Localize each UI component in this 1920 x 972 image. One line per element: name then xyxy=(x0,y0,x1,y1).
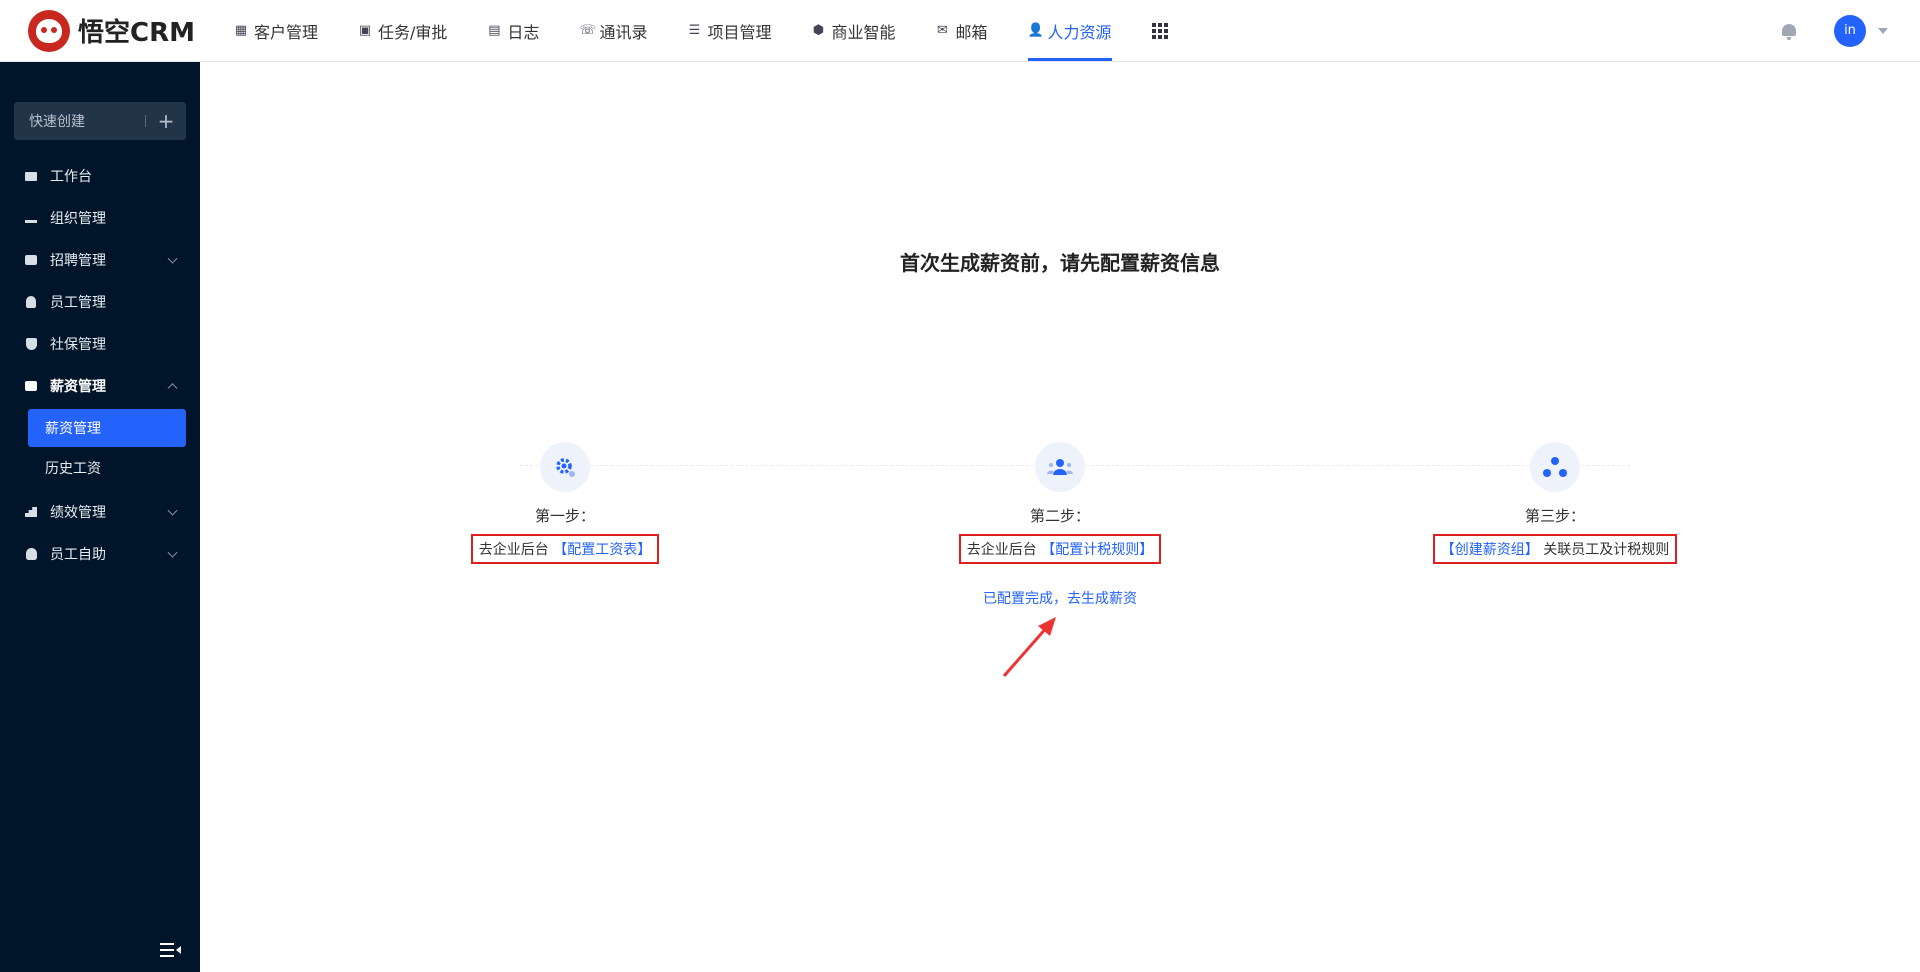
nav-item-tasks[interactable]: ▣ 任务/审批 xyxy=(338,0,467,61)
group-nodes-icon xyxy=(1543,457,1567,477)
app-logo[interactable]: 悟空CRM xyxy=(0,0,210,61)
chevron-down-icon xyxy=(167,253,178,264)
building-icon: ▦ xyxy=(234,22,248,38)
nav-item-log[interactable]: ▤ 日志 xyxy=(467,0,559,61)
sidebar-item-label: 员工管理 xyxy=(50,295,106,311)
nav-label: 日志 xyxy=(507,22,540,42)
mail-icon: ✉ xyxy=(937,22,948,38)
shield-icon xyxy=(24,337,38,351)
sidebar-item-label: 组织管理 xyxy=(50,211,106,227)
chevron-up-icon xyxy=(167,383,178,394)
sidebar-menu: 工作台 组织管理 招聘管理 员工管理 社保管理 薪资管理 薪资管理 历史工资 绩… xyxy=(0,155,200,575)
cube-icon: ⬢ xyxy=(812,22,825,38)
briefcase-icon: ▣ xyxy=(358,22,372,38)
step-1: 第一步： 去企业后台 【配置工资表】 xyxy=(435,442,695,564)
list-icon: ☰ xyxy=(688,22,701,38)
apps-grid-button[interactable] xyxy=(1132,0,1188,61)
briefcase-icon xyxy=(24,253,38,267)
bell-icon[interactable] xyxy=(1780,22,1798,40)
generate-salary-link[interactable]: 已配置完成，去生成薪资 xyxy=(200,588,1920,608)
step-instruction-box: 去企业后台 【配置工资表】 xyxy=(470,534,660,564)
sidebar-item-organization[interactable]: 组织管理 xyxy=(0,197,200,239)
nav-label: 人力资源 xyxy=(1047,22,1112,42)
sidebar-subitem-salary-history[interactable]: 历史工资 xyxy=(28,449,186,487)
monkey-logo-icon xyxy=(28,9,70,52)
chevron-down-icon xyxy=(167,505,178,516)
gear-icon xyxy=(556,458,575,477)
user-group-icon xyxy=(1047,459,1073,475)
sidebar-item-label: 社保管理 xyxy=(50,337,106,353)
sidebar-item-label: 薪资管理 xyxy=(50,379,106,395)
config-tax-rules-link[interactable]: 【配置计税规则】 xyxy=(1041,542,1153,558)
sidebar-item-self-service[interactable]: 员工自助 xyxy=(0,533,200,575)
nav-label: 商业智能 xyxy=(831,22,896,42)
step-text: 关联员工及计税规则 xyxy=(1538,542,1670,558)
org-chart-icon xyxy=(24,211,38,225)
sidebar-subitem-salary[interactable]: 薪资管理 xyxy=(28,409,186,447)
user-badge-icon xyxy=(24,547,38,561)
sidebar-item-salary[interactable]: 薪资管理 xyxy=(0,365,200,407)
step-circle xyxy=(1530,442,1580,492)
step-title: 第一步： xyxy=(534,507,595,525)
nav-label: 通讯录 xyxy=(599,22,648,42)
quick-create-label: 快速创建 xyxy=(29,114,85,130)
nav-label: 客户管理 xyxy=(254,22,319,42)
sidebar-item-social-security[interactable]: 社保管理 xyxy=(0,323,200,365)
create-salary-group-link[interactable]: 【创建薪资组】 xyxy=(1441,542,1539,558)
nav-item-hr[interactable]: 👤 人力资源 xyxy=(1008,0,1132,61)
sidebar-item-label: 员工自助 xyxy=(50,547,106,563)
notebook-icon: ▤ xyxy=(488,22,501,38)
step-instruction-box: 【创建薪资组】 关联员工及计税规则 xyxy=(1432,534,1678,564)
config-salary-table-link[interactable]: 【配置工资表】 xyxy=(553,542,651,558)
nav-label: 邮箱 xyxy=(955,22,988,42)
top-navigation-bar: 悟空CRM ▦ 客户管理 ▣ 任务/审批 ▤ 日志 ☏ 通讯录 ☰ 项目管理 ⬢… xyxy=(0,0,1920,62)
apps-grid-icon xyxy=(1151,22,1168,39)
step-2: 第二步： 去企业后台 【配置计税规则】 xyxy=(930,442,1190,564)
user-avatar[interactable]: in xyxy=(1834,14,1866,47)
step-circle xyxy=(1035,442,1085,492)
page-heading: 首次生成薪资前，请先配置薪资信息 xyxy=(900,251,1220,275)
sidebar-item-employees[interactable]: 员工管理 xyxy=(0,281,200,323)
phone-book-icon: ☏ xyxy=(579,22,596,38)
nav-label: 任务/审批 xyxy=(378,22,448,42)
chevron-down-icon xyxy=(167,547,178,558)
main-content: 首次生成薪资前，请先配置薪资信息 第一步： 去企业后台 【配置工资表】 第二步： xyxy=(200,62,1920,972)
monitor-icon xyxy=(24,169,38,183)
top-right-actions: in xyxy=(1780,0,1920,61)
nav-item-mail[interactable]: ✉ 邮箱 xyxy=(915,0,1007,61)
person-icon xyxy=(24,295,38,309)
nav-item-customer[interactable]: ▦ 客户管理 xyxy=(214,0,338,61)
step-title: 第三步： xyxy=(1524,507,1585,525)
sidebar-item-label: 招聘管理 xyxy=(50,253,106,269)
collapse-sidebar-icon[interactable] xyxy=(160,942,182,958)
logo-text: 悟空CRM xyxy=(78,18,195,48)
sidebar-subitem-label: 薪资管理 xyxy=(45,421,101,437)
nav-label: 项目管理 xyxy=(707,22,772,42)
sidebar-item-recruitment[interactable]: 招聘管理 xyxy=(0,239,200,281)
step-circle xyxy=(540,442,590,492)
chevron-down-icon[interactable] xyxy=(1878,27,1888,34)
bar-chart-icon xyxy=(24,505,38,519)
step-text: 去企业后台 xyxy=(478,542,554,558)
sidebar-item-label: 绩效管理 xyxy=(50,505,106,521)
main-nav: ▦ 客户管理 ▣ 任务/审批 ▤ 日志 ☏ 通讯录 ☰ 项目管理 ⬢ 商业智能 … xyxy=(214,0,1188,61)
sidebar-item-performance[interactable]: 绩效管理 xyxy=(0,491,200,533)
step-3: 第三步： 【创建薪资组】 关联员工及计税规则 xyxy=(1425,442,1685,564)
sidebar-item-label: 工作台 xyxy=(50,169,92,185)
nav-item-projects[interactable]: ☰ 项目管理 xyxy=(667,0,791,61)
plus-icon[interactable]: + xyxy=(146,102,186,140)
nav-item-bi[interactable]: ⬢ 商业智能 xyxy=(791,0,915,61)
step-title: 第二步： xyxy=(1029,507,1090,525)
annotation-arrow xyxy=(1002,617,1056,677)
wallet-icon xyxy=(24,379,38,393)
sidebar: 快速创建 + 工作台 组织管理 招聘管理 员工管理 社保管理 薪资管理 薪资管理… xyxy=(0,62,200,972)
sidebar-subitem-label: 历史工资 xyxy=(45,461,101,477)
quick-create-bar[interactable]: 快速创建 + xyxy=(14,102,186,140)
people-icon: 👤 xyxy=(1027,22,1044,38)
step-text: 去企业后台 xyxy=(966,542,1042,558)
nav-item-contacts[interactable]: ☏ 通讯录 xyxy=(559,0,667,61)
step-instruction-box: 去企业后台 【配置计税规则】 xyxy=(958,534,1162,564)
sidebar-item-workbench[interactable]: 工作台 xyxy=(0,155,200,197)
